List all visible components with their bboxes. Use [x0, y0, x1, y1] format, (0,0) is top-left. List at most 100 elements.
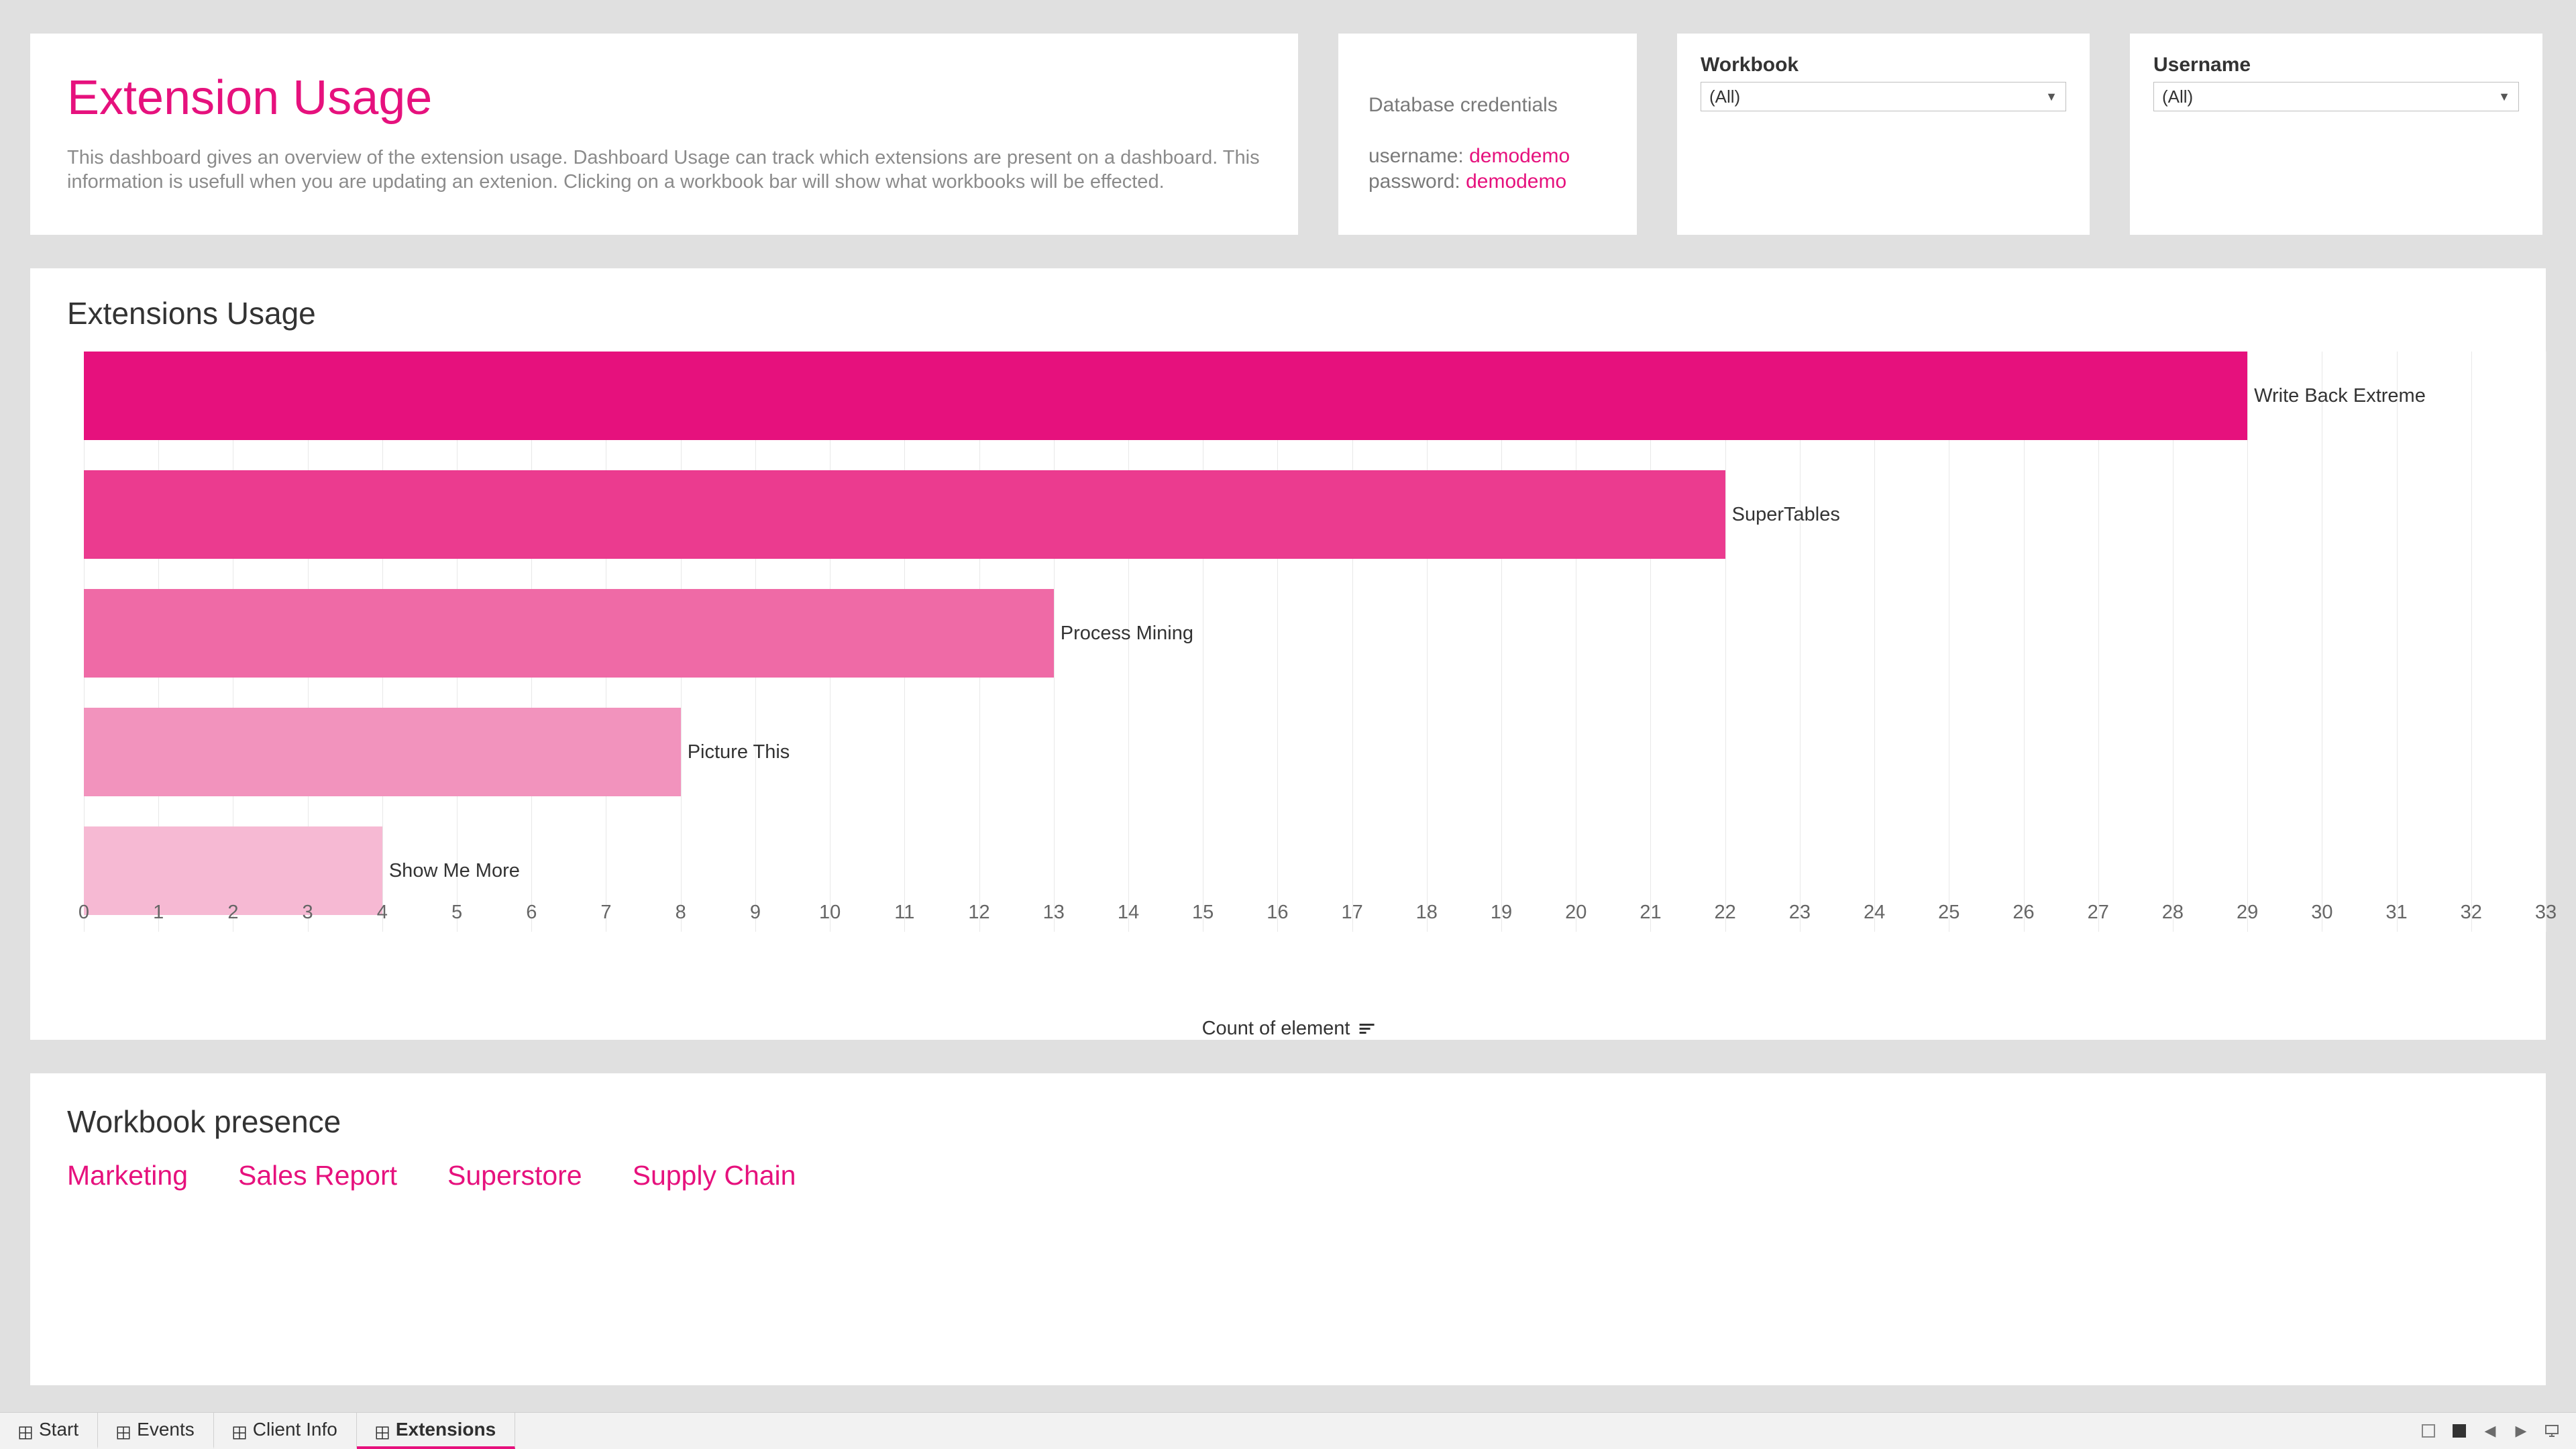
chart-bar-label: Picture This — [688, 741, 790, 763]
chart-x-tick: 1 — [153, 902, 164, 924]
chart-x-tick: 31 — [2385, 902, 2407, 924]
tab-label: Extensions — [396, 1419, 496, 1440]
tab-start[interactable]: Start — [0, 1413, 98, 1449]
page-description: This dashboard gives an overview of the … — [67, 146, 1261, 195]
chart-bar-row[interactable]: Picture This — [84, 708, 790, 796]
tab-label: Start — [39, 1419, 78, 1440]
chevron-down-icon: ▼ — [2045, 90, 2057, 104]
chevron-down-icon: ▼ — [2498, 90, 2510, 104]
chart-bar-row[interactable]: SuperTables — [84, 470, 1840, 559]
dashboard-icon — [19, 1423, 32, 1436]
chart-area: Write Back Extreme SuperTables Process Min… — [67, 352, 2509, 942]
chart-bar-label: SuperTables — [1732, 504, 1840, 526]
chart-x-tick: 13 — [1043, 902, 1065, 924]
sort-desc-icon — [1359, 1024, 1374, 1034]
dashboard-icon — [376, 1423, 389, 1436]
workbook-presence-panel: Workbook presence Marketing Sales Report S… — [30, 1073, 2546, 1385]
tab-extensions[interactable]: Extensions — [357, 1413, 515, 1449]
workbook-presence-title: Workbook presence — [67, 1104, 2509, 1140]
chart-x-tick: 2 — [227, 902, 238, 924]
chart-bar[interactable] — [84, 470, 1725, 559]
chart-bar-row[interactable]: Process Mining — [84, 589, 1193, 678]
db-password-value: demodemo — [1466, 170, 1566, 193]
dashboard-icon — [233, 1423, 246, 1436]
chart-x-tick: 26 — [2012, 902, 2034, 924]
view-filmstrip-icon[interactable] — [2450, 1421, 2469, 1440]
chart-x-axis-text: Count of element — [1202, 1018, 1350, 1040]
chart-x-tick: 3 — [303, 902, 313, 924]
chart-x-tick: 16 — [1267, 902, 1288, 924]
tab-events[interactable]: Events — [98, 1413, 214, 1449]
chart-bar-label: Write Back Extreme — [2254, 385, 2426, 407]
tab-label: Client Info — [253, 1419, 337, 1440]
chart-x-tick: 19 — [1491, 902, 1512, 924]
chart-x-tick: 27 — [2088, 902, 2109, 924]
tabs-bar: Start Events Client Info Extensions ◀ ▶ — [0, 1412, 2576, 1449]
username-filter-panel: Username (All) ▼ — [2130, 34, 2542, 235]
username-filter-value: (All) — [2162, 87, 2193, 107]
chart-x-tick: 20 — [1565, 902, 1587, 924]
chart-x-tick: 29 — [2237, 902, 2258, 924]
prev-button[interactable]: ◀ — [2481, 1421, 2500, 1440]
db-username-label: username: — [1368, 145, 1469, 167]
chart-x-tick: 24 — [1864, 902, 1885, 924]
chart-bar-row[interactable]: Write Back Extreme — [84, 352, 2426, 440]
chart-plot[interactable]: Write Back Extreme SuperTables Process Min… — [84, 352, 2546, 942]
chart-x-axis-label: Count of element — [1202, 1018, 1375, 1040]
username-filter-label: Username — [2153, 54, 2519, 76]
username-filter-select[interactable]: (All) ▼ — [2153, 82, 2519, 111]
tab-client-info[interactable]: Client Info — [214, 1413, 357, 1449]
chart-x-tick: 33 — [2535, 902, 2557, 924]
gridline — [2471, 352, 2472, 932]
chart-bar[interactable] — [84, 589, 1054, 678]
workbook-presence-list: Marketing Sales Report Superstore Supply Ch… — [67, 1160, 2509, 1191]
chart-x-tick: 9 — [750, 902, 761, 924]
status-controls: ◀ ▶ — [2404, 1413, 2576, 1449]
chart-x-tick: 18 — [1416, 902, 1438, 924]
chart-x-tick: 30 — [2311, 902, 2332, 924]
db-username-value: demodemo — [1469, 145, 1570, 167]
chart-x-tick: 0 — [78, 902, 89, 924]
header-panel: Extension Usage This dashboard gives an … — [30, 34, 1298, 235]
chart-x-tick: 22 — [1715, 902, 1736, 924]
db-credentials-panel: Database credentials username: demodemo … — [1338, 34, 1637, 235]
chart-x-tick: 21 — [1640, 902, 1661, 924]
chart-x-tick: 7 — [600, 902, 611, 924]
tab-label: Events — [137, 1419, 195, 1440]
chart-x-tick: 6 — [526, 902, 537, 924]
workbook-filter-panel: Workbook (All) ▼ — [1677, 34, 2090, 235]
chart-bar-label: Show Me More — [389, 860, 520, 882]
chart-bar[interactable] — [84, 352, 2247, 440]
chart-panel: Extensions Usage Write Back Extreme Super… — [30, 268, 2546, 1040]
workbook-presence-item[interactable]: Sales Report — [238, 1160, 397, 1191]
chart-x-tick: 32 — [2461, 902, 2482, 924]
workbook-presence-item[interactable]: Supply Chain — [633, 1160, 796, 1191]
chart-x-tick: 15 — [1192, 902, 1214, 924]
workbook-filter-select[interactable]: (All) ▼ — [1701, 82, 2066, 111]
chart-title: Extensions Usage — [67, 295, 2509, 331]
chart-x-tick: 28 — [2162, 902, 2184, 924]
chart-x-ticks: 0123456789101112131415161718192021222324… — [84, 902, 2546, 942]
db-credentials-heading: Database credentials — [1368, 94, 1607, 117]
chart-x-tick: 4 — [377, 902, 388, 924]
workbook-presence-item[interactable]: Superstore — [447, 1160, 582, 1191]
chart-x-tick: 23 — [1789, 902, 1811, 924]
chart-x-tick: 11 — [894, 902, 914, 924]
db-password-line: password: demodemo — [1368, 169, 1607, 195]
view-grid-icon[interactable] — [2419, 1421, 2438, 1440]
chart-bar-label: Process Mining — [1061, 623, 1193, 645]
workbook-filter-value: (All) — [1709, 87, 1740, 107]
db-password-label: password: — [1368, 170, 1466, 193]
chart-x-tick: 5 — [451, 902, 462, 924]
workbook-filter-label: Workbook — [1701, 54, 2066, 76]
next-button[interactable]: ▶ — [2512, 1421, 2530, 1440]
workbook-presence-item[interactable]: Marketing — [67, 1160, 188, 1191]
presentation-mode-icon[interactable] — [2542, 1421, 2561, 1440]
chart-x-tick: 14 — [1118, 902, 1139, 924]
chart-x-tick: 12 — [968, 902, 989, 924]
chart-x-tick: 17 — [1341, 902, 1362, 924]
chart-x-tick: 25 — [1938, 902, 1960, 924]
chart-bar[interactable] — [84, 708, 681, 796]
db-username-line: username: demodemo — [1368, 144, 1607, 169]
chart-x-tick: 10 — [819, 902, 841, 924]
